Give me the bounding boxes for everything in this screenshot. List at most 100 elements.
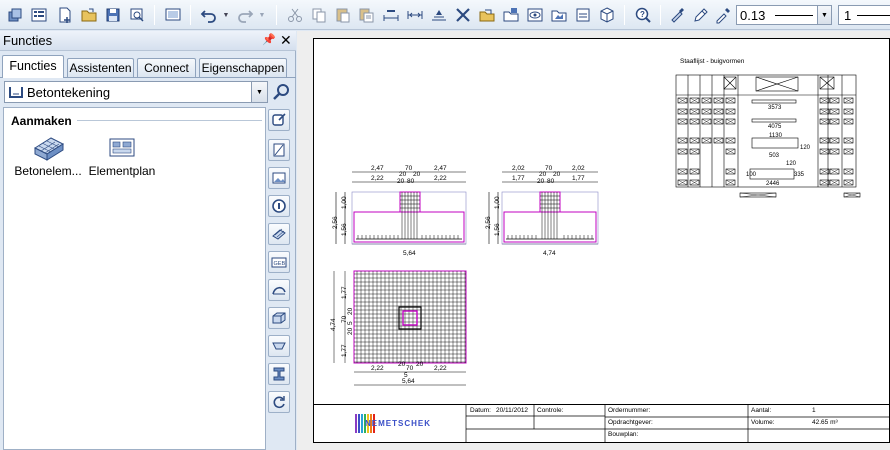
line-type-preview [857, 15, 890, 16]
chevron-down-icon[interactable]: ▼ [251, 82, 267, 102]
plan-bottom-dim-3: 70 [406, 365, 414, 372]
profile-icon[interactable] [268, 335, 290, 357]
level-dimension-icon[interactable] [428, 4, 450, 26]
new-file-icon[interactable] [4, 4, 26, 26]
elev1-mid-dim-4: 2,22 [434, 175, 447, 182]
elev2-bottom-dim: 4,74 [543, 250, 556, 257]
elev2-mid-dim-3: 20 [553, 171, 561, 178]
beam-icon[interactable] [268, 307, 290, 329]
datum-label: Datum: [470, 407, 491, 414]
plan-left-total: 4,74 [330, 318, 337, 331]
betonelement-item[interactable]: Betonelem... [8, 134, 88, 184]
rotate-icon[interactable] [268, 391, 290, 413]
geb-icon[interactable]: GEB [268, 251, 290, 273]
tab-eigenschappen[interactable]: Eigenschappen [199, 58, 287, 77]
eye-icon[interactable] [524, 4, 546, 26]
element-plan-icon [109, 138, 135, 157]
line-weight-select[interactable]: 0.13 ▼ [736, 5, 832, 25]
drawing-sheet: 2,47 70 2,47 2,22 20 20 2,22 20 80 5,64 … [313, 38, 890, 443]
svg-text:GEB: GEB [274, 261, 286, 267]
aantal-value: 1 [812, 407, 816, 414]
elev2-left-bottom: 1,56 [494, 223, 501, 236]
opdrachtgever-label: Opdrachtgever: [608, 419, 653, 426]
elev1-mid-dim-1: 2,22 [371, 175, 384, 182]
line-weight-preview [775, 15, 813, 16]
tab-connect[interactable]: Connect [137, 58, 196, 77]
brush-icon[interactable] [666, 4, 688, 26]
panel-title: Functies [3, 33, 53, 48]
close-icon[interactable]: ✕ [280, 32, 292, 49]
elev1-mid-dim-3: 20 [413, 171, 421, 178]
ordernummer-label: Ordernummer: [608, 407, 651, 414]
panel-tabs: Functies Assistenten Connect Eigenschapp… [0, 55, 296, 78]
dimension-line-icon[interactable] [404, 4, 426, 26]
concrete-module-icon [9, 87, 23, 98]
plan-bottom-dim-2: 20 [398, 361, 406, 368]
elev1-top-dim-1: 2,47 [371, 165, 384, 172]
bend-label-3: 1130 [769, 133, 783, 139]
elev2-left-total: 2,56 [485, 216, 492, 229]
pencil-icon[interactable] [690, 4, 712, 26]
elev1-mid-sub-1: 20 [397, 178, 405, 185]
bend-label-7: 2446 [766, 181, 780, 187]
image-icon[interactable] [268, 167, 290, 189]
tab-assistenten[interactable]: Assistenten [67, 58, 134, 77]
open-folder-icon[interactable] [78, 4, 100, 26]
tab-functies[interactable]: Functies [2, 55, 64, 78]
eyedropper-icon[interactable] [712, 4, 734, 26]
plan-left-dim-2: 20 [347, 307, 354, 315]
folder-image-icon[interactable] [548, 4, 570, 26]
help-search-icon[interactable]: ? [632, 4, 654, 26]
edit-icon[interactable] [268, 109, 290, 131]
side-tool-bar: GEB [268, 109, 292, 419]
info-icon[interactable] [268, 195, 290, 217]
i-beam-icon[interactable] [268, 363, 290, 385]
wall-icon[interactable] [268, 139, 290, 161]
elev2-top-dim-1: 2,02 [512, 165, 525, 172]
box-3d-icon[interactable] [596, 4, 618, 26]
undo-dropdown-icon[interactable]: ▼ [221, 4, 231, 26]
redo-icon[interactable] [234, 4, 256, 26]
paste-icon[interactable] [332, 4, 354, 26]
nemetschek-logo-text: NEMETSCHEK [365, 419, 432, 428]
slab-icon[interactable] [268, 223, 290, 245]
plan-left-dim-5: 20 [347, 327, 354, 335]
paste-special-icon[interactable] [356, 4, 378, 26]
elev1-bottom-dim: 5,64 [403, 250, 416, 257]
print-preview-icon[interactable] [126, 4, 148, 26]
functions-content: Aanmaken Betonelem... Elementplan [3, 107, 266, 450]
undo-icon[interactable] [198, 4, 220, 26]
elev1-top-dim-3: 2,47 [434, 165, 447, 172]
bend-label-9: 335 [794, 172, 805, 178]
elev1-left-bottom: 1,56 [341, 223, 348, 236]
copy-icon[interactable] [308, 4, 330, 26]
redo-dropdown-icon[interactable]: ▼ [257, 4, 267, 26]
line-type-select[interactable]: 1 [838, 5, 890, 25]
drawing-canvas: 2,47 70 2,47 2,22 20 20 2,22 20 80 5,64 … [330, 58, 861, 386]
new-doc-icon[interactable] [54, 4, 76, 26]
layer-icon[interactable] [572, 4, 594, 26]
plan-bottom-dim-6: 2,22 [434, 365, 447, 372]
cut-icon[interactable] [284, 4, 306, 26]
search-icon[interactable] [272, 82, 292, 102]
plan-bottom-dim-1: 2,22 [371, 365, 384, 372]
section-title: Aanmaken [11, 114, 72, 128]
tools-icon[interactable] [452, 4, 474, 26]
plan-bottom-dim-5: 20 [416, 361, 424, 368]
folder-move-icon[interactable] [500, 4, 522, 26]
folder-open-icon[interactable] [476, 4, 498, 26]
screen-icon[interactable] [162, 4, 184, 26]
drawing-area[interactable]: 2,47 70 2,47 2,22 20 20 2,22 20 80 5,64 … [297, 31, 890, 450]
elementplan-label: Elementplan [88, 164, 156, 178]
volume-label: Volume: [751, 419, 775, 426]
elementplan-item[interactable]: Elementplan [82, 134, 162, 184]
dimension-icon[interactable] [380, 4, 402, 26]
module-select[interactable]: Betontekening ▼ [4, 81, 268, 103]
plan-bottom-total: 5,64 [402, 378, 415, 385]
chevron-down-icon[interactable]: ▼ [817, 6, 831, 24]
curve-icon[interactable] [268, 279, 290, 301]
bend-label-4: 503 [769, 153, 780, 159]
open-list-icon[interactable] [28, 4, 50, 26]
save-icon[interactable] [102, 4, 124, 26]
pin-icon[interactable]: 📌 [262, 33, 276, 46]
